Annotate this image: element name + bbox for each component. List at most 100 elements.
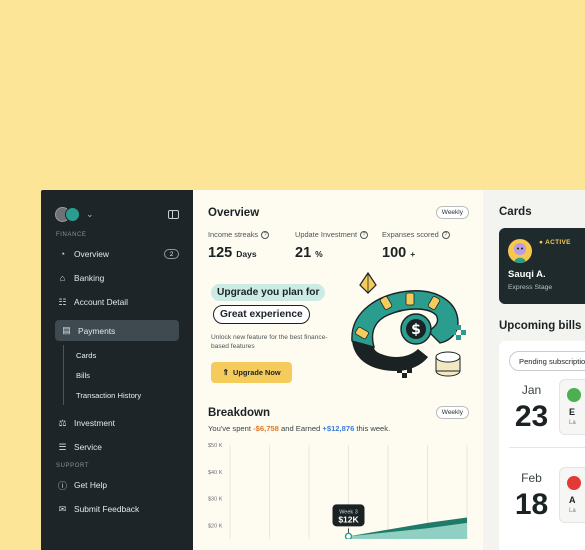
stat-value: 21	[295, 245, 312, 261]
area-series-2	[348, 522, 467, 539]
stat-expanses-scored: Expanses scored? 100 +	[382, 230, 469, 261]
bill-card[interactable]: A La	[559, 467, 585, 523]
bill-card[interactable]: E La	[559, 379, 585, 435]
help-icon: ⓘ	[57, 480, 67, 491]
bill-name: A	[569, 495, 576, 505]
sidebar-toggle-icon[interactable]	[168, 209, 179, 219]
sidebar-item-label: Get Help	[74, 480, 108, 490]
breakdown-period-select[interactable]: Weekly	[435, 406, 469, 419]
info-icon[interactable]: ?	[261, 230, 270, 239]
avatar	[508, 239, 532, 263]
sidebar-item-banking[interactable]: ⌂ Banking	[55, 266, 179, 290]
right-panel: Cards ● ACTIVE Sauqi A. Express Stage Up…	[483, 190, 585, 550]
workspace-switcher[interactable]: ⌄	[55, 206, 94, 222]
stat-value: 125	[208, 245, 233, 261]
submenu-item-bills[interactable]: Bills	[76, 365, 179, 385]
stats-row: Income streaks? 125 Days Update Investme…	[208, 230, 469, 261]
spent-amount: -$6,758	[253, 424, 279, 433]
stat-unit: Days	[236, 249, 257, 259]
breakdown-title: Breakdown	[208, 406, 270, 419]
payments-icon: ▤	[62, 325, 71, 335]
breakdown-chart-svg: $50 K$40 K$30 K$20 KWeek 3$12K	[208, 443, 468, 541]
overview-icon: ◔	[59, 249, 66, 259]
promo-description: Unlock new feature for the best finance-…	[211, 334, 328, 350]
breakdown-summary: You've spent -$6,758 and Earned +$12,876…	[208, 424, 391, 433]
bill-month: Jan	[521, 383, 542, 397]
sidebar-item-overview[interactable]: ◔ Overview 2	[55, 242, 179, 266]
pending-subscription-filter[interactable]: Pending subscription	[509, 351, 585, 371]
sidebar-item-investment[interactable]: ⚖ Investment	[55, 411, 179, 435]
card-holder-name: Sauqi A.	[508, 269, 546, 280]
earned-amount: +$12,876	[322, 424, 355, 433]
sidebar-item-get-help[interactable]: ⓘ Get Help	[55, 473, 179, 497]
stat-label: Update Investment	[295, 230, 358, 239]
account-detail-icon: ☷	[58, 296, 67, 307]
overview-header: Overview Weekly	[208, 206, 469, 219]
stat-label: Income streaks	[208, 230, 259, 239]
app-window: ⌄ FINANCE ◔ Overview 2 ⌂ Banking ☷ Accou…	[41, 190, 585, 550]
button-label: Upgrade Now	[233, 368, 281, 377]
stat-label: Expanses scored	[382, 230, 439, 239]
main-content: Overview Weekly Income streaks? 125 Days…	[193, 190, 483, 550]
sidebar: ⌄ FINANCE ◔ Overview 2 ⌂ Banking ☷ Accou…	[41, 190, 193, 550]
chevron-down-icon: ⌄	[86, 208, 94, 219]
notification-badge: 2	[164, 249, 179, 259]
sidebar-item-payments[interactable]: ▤ Payments	[55, 320, 179, 341]
info-icon[interactable]: ?	[360, 230, 369, 239]
card-stage: Express Stage	[508, 284, 553, 291]
upcoming-bills-title: Upcoming bills	[499, 320, 582, 332]
sidebar-item-service[interactable]: ☰ Service	[55, 435, 179, 459]
submenu-item-transaction-history[interactable]: Transaction History	[76, 385, 179, 405]
cards-title: Cards	[499, 206, 532, 218]
overview-title: Overview	[208, 206, 260, 219]
investment-icon: ⚖	[58, 417, 67, 428]
bill-day: 18	[514, 488, 549, 521]
bill-subtitle: La	[569, 420, 576, 426]
divider	[509, 447, 585, 448]
sidebar-item-label: Account Detail	[74, 297, 128, 307]
rocket-icon: ⇑	[222, 368, 230, 377]
y-tick-label: $40 K	[208, 470, 223, 476]
sidebar-item-label: Service	[74, 442, 102, 452]
section-label-support: SUPPORT	[56, 463, 90, 469]
bank-icon: ⌂	[59, 273, 66, 283]
sidebar-item-label: Overview	[74, 249, 109, 259]
stat-update-investment: Update Investment? 21 %	[295, 230, 382, 261]
y-tick-label: $30 K	[208, 497, 223, 503]
sidebar-item-label: Banking	[74, 273, 105, 283]
sidebar-item-submit-feedback[interactable]: ✉ Submit Feedback	[55, 497, 179, 521]
payments-submenu: Cards Bills Transaction History	[63, 345, 179, 405]
y-tick-label: $20 K	[208, 524, 223, 530]
bill-brand-icon	[567, 476, 581, 490]
section-label-finance: FINANCE	[56, 232, 87, 238]
sidebar-item-label: Investment	[74, 418, 115, 428]
overview-period-select[interactable]: Weekly	[435, 206, 469, 219]
promo-headline: Upgrade you plan for	[211, 284, 326, 301]
status-badge: ● ACTIVE	[539, 239, 571, 246]
money-ring-illustration: $	[351, 271, 466, 378]
feedback-icon: ✉	[58, 503, 67, 514]
service-icon: ☰	[58, 441, 67, 452]
logo-accent-icon	[65, 206, 80, 222]
bill-subtitle: La	[569, 508, 576, 514]
avatar-icon	[514, 243, 526, 263]
active-card[interactable]: ● ACTIVE Sauqi A. Express Stage	[499, 228, 585, 304]
tooltip-value: $12K	[338, 514, 359, 524]
submenu-item-cards[interactable]: Cards	[76, 345, 179, 365]
sidebar-header: ⌄	[55, 204, 179, 224]
bill-day: 23	[514, 400, 549, 433]
upcoming-bills-panel: Pending subscription Jan 23 E La Feb 18 …	[499, 341, 585, 550]
bill-brand-icon	[567, 388, 581, 402]
data-point	[344, 532, 353, 541]
promo-subheadline: Great experience	[213, 305, 310, 324]
y-tick-label: $50 K	[208, 443, 223, 449]
bill-name: E	[569, 407, 576, 417]
upgrade-promo: Upgrade you plan for Great experience Un…	[208, 271, 469, 393]
sidebar-item-account-detail[interactable]: ☷ Account Detail	[55, 290, 179, 314]
breakdown-chart: $50 K $40 K $30 K $20 K Week 3 $12K	[208, 439, 469, 541]
sidebar-item-label: Submit Feedback	[74, 504, 140, 514]
info-icon[interactable]: ?	[441, 230, 450, 239]
upgrade-now-button[interactable]: ⇑ Upgrade Now	[211, 362, 292, 383]
stat-unit: %	[315, 249, 323, 259]
stat-income-streaks: Income streaks? 125 Days	[208, 230, 295, 261]
